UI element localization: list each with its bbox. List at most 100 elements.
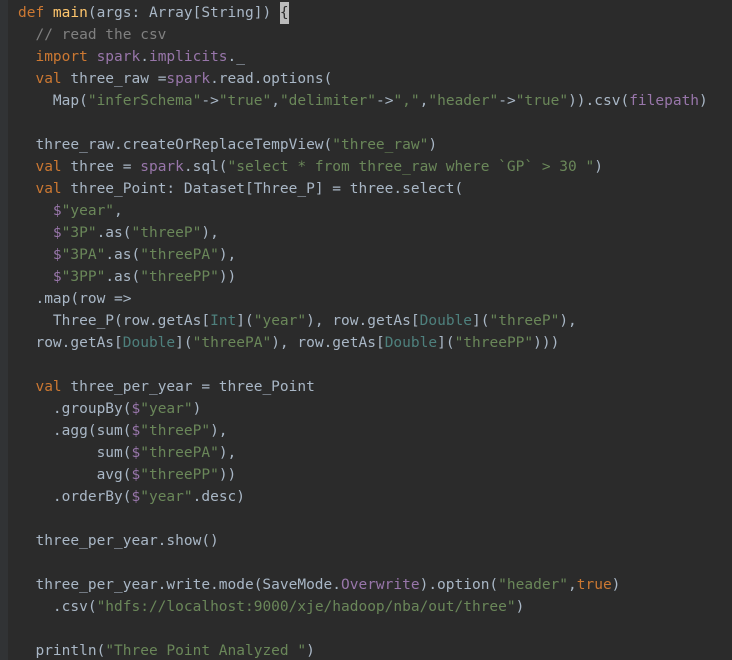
code-token: .desc) [193, 489, 245, 505]
code-token: "true" [219, 93, 271, 109]
code-token [18, 159, 35, 175]
code-token: "3PA" [62, 247, 106, 263]
code-token: ), [559, 313, 576, 329]
code-token: .as( [105, 269, 140, 285]
code-token: "Three Point Analyzed " [105, 643, 306, 659]
code-token: "hdfs://localhost:9000/xje/hadoop/nba/ou… [97, 599, 516, 615]
code-token: $ [132, 467, 141, 483]
code-token: val [35, 379, 70, 395]
code-token: ) [428, 137, 437, 153]
code-token: ).option( [420, 577, 499, 593]
code-token: .read.options( [210, 71, 332, 87]
code-token: main [53, 5, 88, 21]
code-token: ._ [228, 49, 245, 65]
code-token: val [35, 159, 70, 175]
code-token: -> [498, 93, 515, 109]
code-token: $ [132, 401, 141, 417]
code-token: "year" [254, 313, 306, 329]
code-token: ), row.getAs[ [271, 335, 385, 351]
code-token: "threeP" [132, 225, 202, 241]
code-editor[interactable]: def main(args: Array[String]) { // read … [0, 0, 732, 660]
code-token: Three_P(row.getAs[ [18, 313, 210, 329]
code-token [18, 49, 35, 65]
code-token: "threePP" [140, 269, 219, 285]
code-token: "threePA" [140, 445, 219, 461]
code-token: // read the csv [35, 27, 166, 43]
code-token: ), [201, 225, 218, 241]
code-token: def [18, 5, 53, 21]
code-token: .csv( [18, 599, 97, 615]
code-token: . [140, 49, 149, 65]
code-token: avg( [18, 467, 132, 483]
code-token: .agg(sum( [18, 423, 132, 439]
code-token: "true" [516, 93, 568, 109]
code-token: Map( [18, 93, 88, 109]
code-token: , [271, 93, 280, 109]
code-token: row.getAs[ [18, 335, 123, 351]
code-token: )) [219, 269, 236, 285]
code-token: -> [201, 93, 218, 109]
code-token: three_Point: Dataset[Three_P] = three.se… [70, 181, 463, 197]
code-token: -> [376, 93, 393, 109]
code-token: )).csv( [568, 93, 629, 109]
code-token: Double [420, 313, 472, 329]
code-token: "threePP" [455, 335, 534, 351]
code-token: $ [53, 247, 62, 263]
code-token: three = [70, 159, 140, 175]
code-token: val [35, 71, 70, 87]
code-token [18, 203, 53, 219]
code-token: "delimiter" [280, 93, 376, 109]
code-token: "select * from three_raw where `GP` > 30… [228, 159, 595, 175]
code-token: "year" [140, 489, 192, 505]
code-token: "threePA" [193, 335, 272, 351]
code-token: spark [97, 49, 141, 65]
code-token [18, 247, 53, 263]
code-token: ))) [533, 335, 559, 351]
code-token: spark [166, 71, 210, 87]
code-token [18, 225, 53, 241]
code-token: spark [140, 159, 184, 175]
code-token [18, 27, 35, 43]
code-token [18, 269, 53, 285]
code-token: ), [210, 423, 227, 439]
code-token [18, 379, 35, 395]
code-token: ]( [437, 335, 454, 351]
code-token: Int [210, 313, 236, 329]
code-token: three_raw.createOrReplaceTempView( [18, 137, 332, 153]
code-token: .groupBy( [18, 401, 132, 417]
code-token: ), [219, 445, 236, 461]
code-token: three_per_year = three_Point [70, 379, 314, 395]
code-token: "," [393, 93, 419, 109]
code-token: true [577, 577, 612, 593]
code-token: $ [53, 269, 62, 285]
code-token: Double [123, 335, 175, 351]
code-token: three_raw = [70, 71, 166, 87]
code-token [18, 181, 35, 197]
code-token: Overwrite [341, 577, 420, 593]
code-token: ), row.getAs[ [306, 313, 420, 329]
code-token: "inferSchema" [88, 93, 202, 109]
editor-gutter [0, 0, 8, 660]
code-token: .sql( [184, 159, 228, 175]
code-token: ) [306, 643, 315, 659]
code-token: ) [594, 159, 603, 175]
code-token: (args: Array[String]) [88, 5, 280, 21]
code-token: $ [53, 225, 62, 241]
code-token: import [35, 49, 96, 65]
code-token: val [35, 181, 70, 197]
code-token: )) [219, 467, 236, 483]
code-token: "year" [62, 203, 114, 219]
code-token: sum( [18, 445, 132, 461]
code-token: { [280, 2, 289, 24]
code-token: $ [53, 203, 62, 219]
code-token: .map(row => [18, 291, 132, 307]
code-token: Double [385, 335, 437, 351]
code-token: ]( [472, 313, 489, 329]
code-token: $ [132, 489, 141, 505]
code-token: "year" [140, 401, 192, 417]
code-token: "threePP" [140, 467, 219, 483]
code-token: filepath [629, 93, 699, 109]
code-token: ]( [175, 335, 192, 351]
code-token: .orderBy( [18, 489, 132, 505]
code-token: ) [193, 401, 202, 417]
